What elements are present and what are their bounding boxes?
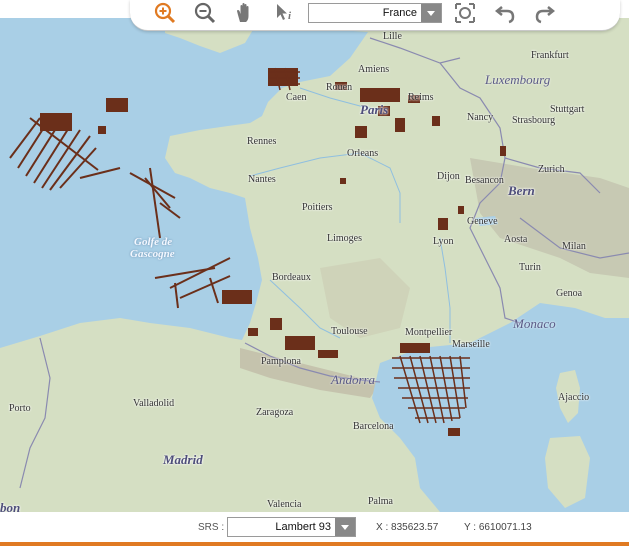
zoom-in-icon[interactable] <box>153 1 177 25</box>
chevron-down-icon[interactable] <box>421 4 441 22</box>
map-label-palma: Palma <box>368 496 393 507</box>
map-label-ajaccio: Ajaccio <box>558 392 590 403</box>
map-label-toulouse: Toulouse <box>331 326 368 337</box>
map-label-paris: Paris <box>360 102 389 117</box>
map-label-porto: Porto <box>9 403 31 414</box>
map-label-golfe-2: Gascogne <box>130 248 175 260</box>
zoom-extent-icon[interactable] <box>453 1 477 25</box>
map-label-rennes: Rennes <box>247 136 277 147</box>
map-label-madrid: Madrid <box>163 452 203 467</box>
map-label-zaragoza: Zaragoza <box>256 407 294 418</box>
map-label-poitiers: Poitiers <box>302 202 333 213</box>
srs-label: SRS : <box>198 522 225 533</box>
map-label-lille: Lille <box>383 31 402 42</box>
svg-text:i: i <box>288 10 292 22</box>
map-label-bordeaux: Bordeaux <box>272 272 311 283</box>
info-pointer-icon[interactable]: i <box>273 1 297 25</box>
map-label-monaco: Monaco <box>513 316 556 331</box>
map-label-nancy: Nancy <box>467 112 494 123</box>
map-view[interactable]: Lille Amiens Frankfurt Luxembourg Rouen … <box>0 18 629 512</box>
map-label-orleans: Orleans <box>347 148 379 159</box>
map-label-marseille: Marseille <box>452 339 490 350</box>
map-label-bern: Bern <box>508 183 535 198</box>
zone-select-value: France <box>382 7 417 19</box>
map-label-montpellier: Montpellier <box>405 327 453 338</box>
zone-select[interactable]: France <box>308 3 442 23</box>
map-label-valencia: Valencia <box>267 499 302 510</box>
map-label-golfe-1: Golfe de <box>134 236 173 248</box>
zoom-out-icon[interactable] <box>193 1 217 25</box>
map-label-lyon: Lyon <box>433 236 454 247</box>
map-label-nantes: Nantes <box>248 174 276 185</box>
map-label-aosta: Aosta <box>504 234 528 245</box>
srs-select[interactable]: Lambert 93 <box>227 517 356 537</box>
pan-hand-icon[interactable] <box>233 1 257 25</box>
map-label-rouen: Rouen <box>326 82 353 93</box>
srs-select-value: Lambert 93 <box>275 521 331 533</box>
map-label-pamplona: Pamplona <box>261 356 301 367</box>
map-label-dijon: Dijon <box>437 171 460 182</box>
map-label-reims: Reims <box>408 92 434 103</box>
map-label-besancon: Besancon <box>465 175 504 186</box>
map-label-milan: Milan <box>562 241 586 252</box>
map-label-genoa: Genoa <box>556 288 583 299</box>
map-label-zurich: Zurich <box>538 164 565 175</box>
y-coordinate: Y : 6610071.13 <box>464 522 532 533</box>
map-label-geneve: Geneve <box>467 216 498 227</box>
map-label-stuttgart: Stuttgart <box>550 104 585 115</box>
map-label-valladolid: Valladolid <box>133 398 175 409</box>
map-label-limoges: Limoges <box>327 233 362 244</box>
redo-icon[interactable] <box>533 1 557 25</box>
x-coordinate: X : 835623.57 <box>376 522 439 533</box>
map-label-lisbon-partial: bon <box>0 500 21 512</box>
map-label-caen: Caen <box>286 92 307 103</box>
status-bar: SRS : Lambert 93 X : 835623.57 Y : 66100… <box>0 512 629 542</box>
accent-bar <box>0 542 629 546</box>
map-label-turin: Turin <box>519 262 541 273</box>
map-label-amiens: Amiens <box>358 64 390 75</box>
map-label-andorra: Andorra <box>331 372 376 387</box>
map-label-frankfurt: Frankfurt <box>531 50 569 61</box>
chevron-down-icon[interactable] <box>335 518 355 536</box>
map-label-luxembourg: Luxembourg <box>485 72 551 87</box>
undo-icon[interactable] <box>493 1 517 25</box>
map-label-strasbourg: Strasbourg <box>512 115 556 126</box>
map-label-barcelona: Barcelona <box>353 421 394 432</box>
